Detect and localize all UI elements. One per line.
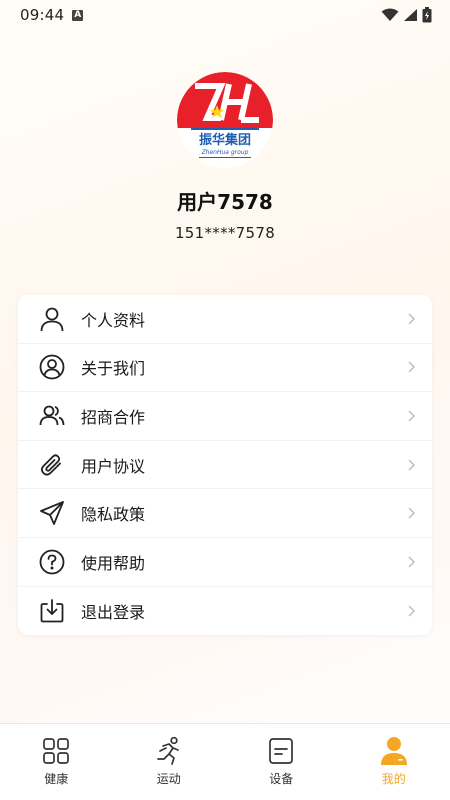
running-icon <box>154 736 184 766</box>
paperclip-icon <box>38 451 66 479</box>
users-icon <box>38 402 66 430</box>
grid-icon <box>41 736 71 766</box>
user-circle-icon <box>38 353 66 381</box>
a-icon: A <box>72 9 84 21</box>
user-phone: 151****7578 <box>174 224 276 242</box>
menu-item-help[interactable]: 使用帮助 <box>18 538 432 587</box>
chevron-right-icon <box>408 556 415 568</box>
logo-text: 振华集团 <box>199 132 251 148</box>
menu-item-about[interactable]: 关于我们 <box>18 344 432 393</box>
logo-subtext: ZhenHua group <box>201 149 249 156</box>
tab-label: 运动 <box>156 772 181 786</box>
tab-label: 设备 <box>269 772 294 786</box>
tab-sport[interactable]: 运动 <box>113 724 226 800</box>
tab-device[interactable]: 设备 <box>225 724 338 800</box>
menu-item-business[interactable]: 招商合作 <box>18 392 432 441</box>
menu-item-label: 用户协议 <box>81 456 146 476</box>
chevron-right-icon <box>408 410 415 422</box>
company-logo: 振华集团 ZhenHua group <box>177 72 273 168</box>
status-right <box>381 7 432 23</box>
help-icon <box>38 548 66 576</box>
wifi-icon <box>381 8 399 21</box>
menu-item-label: 关于我们 <box>81 359 146 379</box>
menu-item-agreement[interactable]: 用户协议 <box>18 441 432 490</box>
menu-card: 个人资料 关于我们 招商合作 用户协议 隐私政策 使用帮助 退出登录 <box>18 295 432 636</box>
profile-icon <box>379 736 409 766</box>
menu-item-label: 使用帮助 <box>81 553 146 573</box>
download-icon <box>38 597 66 625</box>
menu-item-label: 个人资料 <box>81 310 146 330</box>
tab-label: 健康 <box>44 772 69 786</box>
chevron-right-icon <box>408 459 415 471</box>
status-time: 09:44 <box>20 6 65 24</box>
menu-item-privacy[interactable]: 隐私政策 <box>18 489 432 538</box>
menu-item-logout[interactable]: 退出登录 <box>18 587 432 636</box>
chevron-right-icon <box>408 313 415 325</box>
bottom-tab-bar: 健康 运动 设备 我的 <box>0 723 450 800</box>
menu-item-profile[interactable]: 个人资料 <box>18 295 432 344</box>
tab-label: 我的 <box>381 772 406 786</box>
tab-mine[interactable]: 我的 <box>338 724 450 800</box>
user-name: 用户7578 <box>177 190 273 214</box>
menu-item-label: 招商合作 <box>81 407 146 427</box>
profile-header: 振华集团 ZhenHua group 用户7578 151****7578 <box>0 72 450 242</box>
chevron-right-icon <box>408 507 415 519</box>
menu-item-label: 退出登录 <box>81 602 146 622</box>
status-bar: 09:44 A <box>0 0 450 30</box>
signal-icon <box>404 9 417 21</box>
device-icon <box>266 736 296 766</box>
menu-item-label: 隐私政策 <box>81 505 146 525</box>
user-icon <box>38 305 66 333</box>
chevron-right-icon <box>408 361 415 373</box>
chevron-right-icon <box>408 605 415 617</box>
battery-icon <box>422 7 432 23</box>
send-icon <box>38 499 66 527</box>
status-left: 09:44 A <box>20 6 84 24</box>
tab-health[interactable]: 健康 <box>0 724 113 800</box>
